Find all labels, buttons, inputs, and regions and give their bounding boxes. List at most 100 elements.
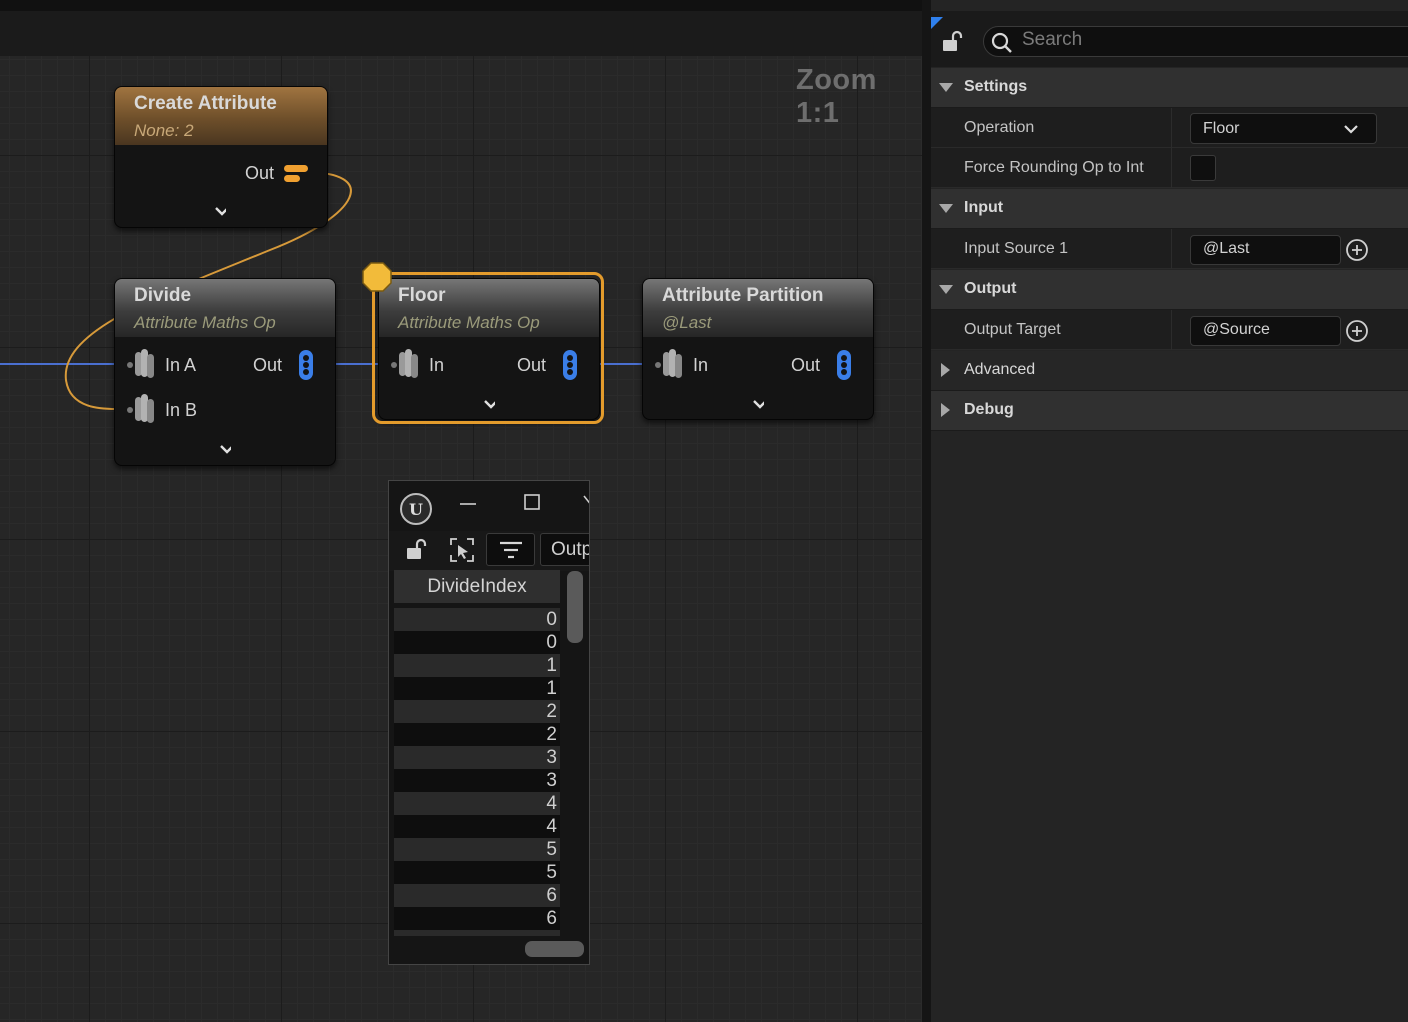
point-data-pin-icon[interactable]	[297, 349, 315, 381]
category-label: Input	[964, 199, 1004, 216]
out-pin-label: Out	[245, 163, 275, 183]
cell-value: 4	[546, 793, 557, 814]
category-output[interactable]: Output	[931, 270, 1408, 310]
table-row[interactable]: 4	[394, 792, 560, 815]
svg-text:U: U	[409, 500, 423, 519]
column-splitter[interactable]	[1171, 310, 1172, 350]
table-row[interactable]: 6	[394, 907, 560, 930]
force-rounding-checkbox[interactable]	[1190, 155, 1216, 181]
table-row[interactable]: 2	[394, 700, 560, 723]
panel-corner-marker	[931, 17, 943, 29]
close-icon[interactable]	[583, 493, 590, 511]
node-create-attribute[interactable]: Create Attribute None: 2 Out	[114, 86, 328, 228]
node-header: Create Attribute None: 2	[115, 87, 327, 145]
cell-value: 1	[546, 655, 557, 676]
cell-value: 5	[546, 862, 557, 883]
selection-outline	[372, 272, 604, 424]
column-header-label: DivideIndex	[427, 576, 527, 597]
table-row[interactable]: 5	[394, 861, 560, 884]
search-placeholder: Search	[1022, 29, 1083, 50]
panel-splitter[interactable]	[922, 0, 931, 1022]
expand-arrow-icon	[939, 285, 953, 294]
output-tab-button[interactable]: Outp	[540, 533, 590, 566]
horizontal-scrollbar-thumb[interactable]	[525, 941, 584, 957]
table-row[interactable]: 4	[394, 815, 560, 838]
node-header: Attribute Partition @Last	[643, 279, 873, 337]
cell-value: 0	[546, 632, 557, 653]
operation-dropdown[interactable]: Floor	[1190, 113, 1377, 144]
category-advanced[interactable]: Advanced	[931, 351, 1408, 391]
category-label: Debug	[964, 401, 1014, 418]
cell-value: 6	[546, 908, 557, 929]
collapsed-arrow-icon	[941, 403, 950, 417]
cell-value: 1	[546, 678, 557, 699]
table-row[interactable]: 1	[394, 677, 560, 700]
chevron-down-icon	[1344, 125, 1358, 134]
category-label: Settings	[964, 78, 1028, 95]
partial-row	[394, 930, 560, 936]
column-splitter[interactable]	[1171, 108, 1172, 148]
table-row[interactable]: 0	[394, 631, 560, 654]
node-subtitle: None: 2	[134, 121, 194, 140]
cell-value: 3	[546, 747, 557, 768]
data-viewer-window[interactable]: U Outp DivideIndex 00112233445566	[388, 480, 590, 965]
category-debug[interactable]: Debug	[931, 391, 1408, 431]
chevron-down-icon[interactable]	[214, 205, 226, 217]
table-row[interactable]: 5	[394, 838, 560, 861]
cell-value: 0	[546, 609, 557, 630]
vertical-scrollbar-thumb[interactable]	[567, 571, 583, 643]
category-input[interactable]: Input	[931, 189, 1408, 229]
attribute-set-icon[interactable]	[127, 348, 157, 380]
filter-button[interactable]	[486, 533, 535, 566]
column-splitter[interactable]	[1171, 148, 1172, 188]
table-row[interactable]: 3	[394, 746, 560, 769]
operation-value: Floor	[1203, 120, 1240, 137]
output-tab-label: Outp	[551, 539, 590, 560]
category-label: Advanced	[964, 361, 1036, 378]
in-pin-label: In	[693, 355, 709, 375]
table-row[interactable]: 3	[394, 769, 560, 792]
input-source-field[interactable]: @Last	[1190, 235, 1341, 265]
node-subtitle: @Last	[662, 313, 712, 332]
add-icon[interactable]	[1345, 319, 1369, 343]
output-target-field[interactable]: @Source	[1190, 316, 1341, 346]
property-label: Output Target	[964, 321, 1061, 338]
cell-value: 6	[546, 885, 557, 906]
cell-value: 2	[546, 724, 557, 745]
output-target-value: @Source	[1203, 321, 1270, 338]
collapsed-arrow-icon	[941, 363, 950, 377]
node-divide[interactable]: Divide Attribute Maths Op In A In B Out	[114, 278, 336, 466]
unreal-logo-icon: U	[400, 493, 432, 525]
attribute-set-icon[interactable]	[127, 393, 157, 425]
point-data-pin-icon[interactable]	[835, 349, 853, 381]
lock-icon[interactable]	[404, 537, 428, 561]
expand-arrow-icon	[939, 83, 953, 92]
chevron-down-icon[interactable]	[219, 443, 231, 455]
lock-icon[interactable]	[941, 29, 967, 55]
add-icon[interactable]	[1345, 238, 1369, 262]
node-title: Create Attribute	[134, 93, 277, 114]
node-attribute-partition[interactable]: Attribute Partition @Last In Out	[642, 278, 874, 420]
cell-value: 2	[546, 701, 557, 722]
chevron-down-icon[interactable]	[752, 398, 764, 410]
table-row[interactable]: 2	[394, 723, 560, 746]
table-row[interactable]: 6	[394, 884, 560, 907]
minimize-icon[interactable]	[459, 495, 477, 513]
table-row[interactable]: 1	[394, 654, 560, 677]
column-splitter[interactable]	[1171, 229, 1172, 269]
category-label: Output	[964, 280, 1017, 297]
select-icon[interactable]	[449, 537, 475, 563]
table-row[interactable]: 0	[394, 608, 560, 631]
attribute-set-icon[interactable]	[655, 348, 685, 380]
in-b-pin-label: In B	[165, 400, 198, 420]
category-settings[interactable]: Settings	[931, 68, 1408, 108]
filter-icon	[500, 541, 522, 559]
cell-value: 4	[546, 816, 557, 837]
out-pin-label: Out	[253, 355, 283, 375]
maximize-icon[interactable]	[523, 493, 541, 511]
breakpoint-octagon-icon[interactable]	[362, 262, 392, 292]
param-pin-icon[interactable]	[282, 164, 310, 184]
column-header[interactable]: DivideIndex	[394, 570, 560, 603]
in-a-pin-label: In A	[165, 355, 197, 375]
node-header: Divide Attribute Maths Op	[115, 279, 335, 337]
